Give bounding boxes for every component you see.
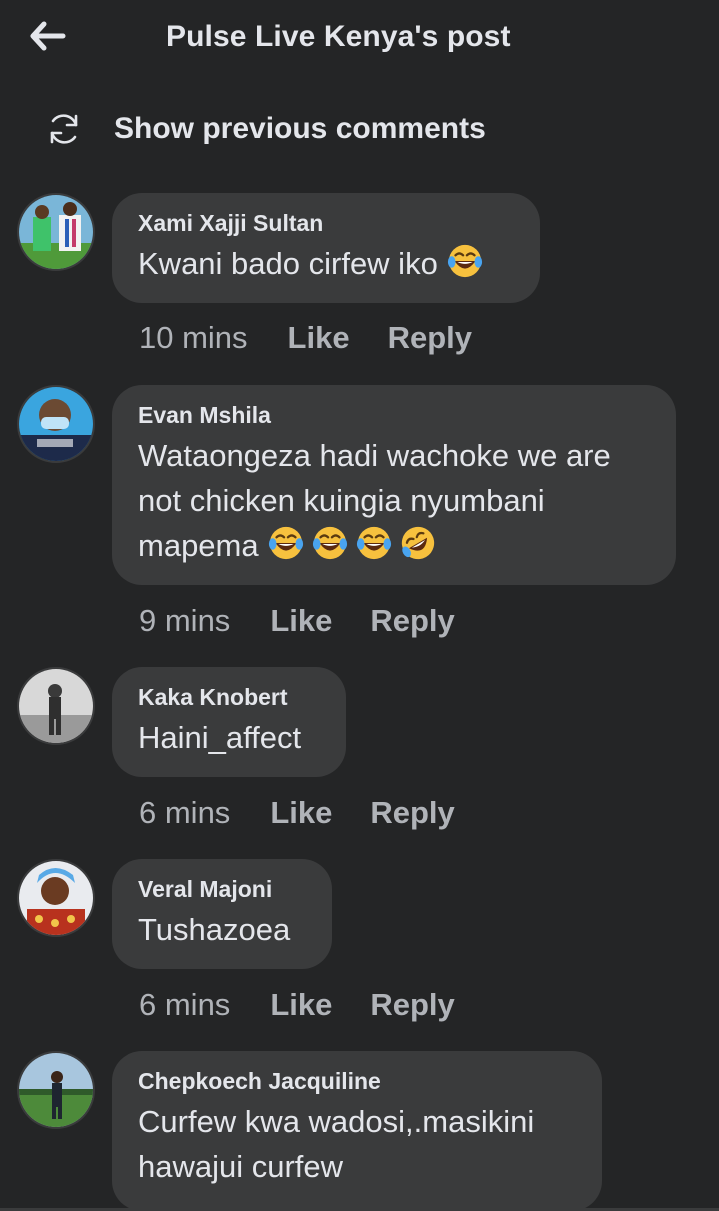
tears-of-joy-emoji-icon <box>313 526 348 560</box>
comment-bubble: Chepkoech Jacquiline Curfew kwa wadosi,.… <box>112 1051 602 1211</box>
comment-bubble: Evan Mshila Wataongeza hadi wachoke we a… <box>112 385 676 585</box>
back-button[interactable] <box>26 16 70 56</box>
comment-text-line: hawajui curfew <box>138 1149 344 1184</box>
comment-text-line: Wataongeza hadi wachoke we are <box>138 438 611 473</box>
avatar[interactable] <box>17 859 95 937</box>
top-bar: Pulse Live Kenya's post <box>0 0 719 80</box>
like-button[interactable]: Like <box>270 987 332 1023</box>
comment-timestamp: 9 mins <box>139 603 231 638</box>
show-previous-comments-label: Show previous comments <box>114 112 486 145</box>
comment-author[interactable]: Chepkoech Jacquiline <box>138 1065 576 1097</box>
tears-of-joy-emoji-icon <box>269 526 304 560</box>
reply-button[interactable]: Reply <box>370 795 454 831</box>
comment-timestamp: 6 mins <box>139 987 231 1022</box>
avatar[interactable] <box>17 1051 95 1129</box>
comment-bubble: Xami Xajji Sultan Kwani bado cirfew iko <box>112 193 540 303</box>
comment-text: Haini_affect <box>138 720 302 755</box>
comment-author[interactable]: Kaka Knobert <box>138 681 320 713</box>
avatar[interactable] <box>17 385 95 463</box>
reply-button[interactable]: Reply <box>370 987 454 1023</box>
comment-actions: 6 mins Like Reply <box>139 793 455 833</box>
rolling-on-floor-laughing-emoji-icon <box>402 526 435 560</box>
comment-author[interactable]: Evan Mshila <box>138 399 650 431</box>
avatar[interactable] <box>17 667 95 745</box>
comment-actions: 9 mins Like Reply <box>139 601 455 641</box>
comment-actions: 6 mins Like Reply <box>139 985 455 1025</box>
comment-text: Kwani bado cirfew iko <box>138 241 514 286</box>
comment-actions: 10 mins Like Reply <box>139 318 472 358</box>
reply-button[interactable]: Reply <box>370 603 454 639</box>
comment-text: Tushazoea <box>138 912 291 947</box>
like-button[interactable]: Like <box>270 603 332 639</box>
like-button[interactable]: Like <box>270 795 332 831</box>
arrow-left-icon <box>30 21 66 51</box>
comment-text-content: Kwani bado cirfew iko <box>138 246 438 281</box>
comment-timestamp: 10 mins <box>139 320 248 355</box>
page-title: Pulse Live Kenya's post <box>166 20 511 53</box>
like-button[interactable]: Like <box>288 320 350 356</box>
comment-author[interactable]: Xami Xajji Sultan <box>138 207 514 239</box>
reply-button[interactable]: Reply <box>388 320 472 356</box>
comment-bubble: Veral Majoni Tushazoea <box>112 859 332 969</box>
comment-timestamp: 6 mins <box>139 795 231 830</box>
comment-text-line: Curfew kwa wadosi,.masikini <box>138 1104 535 1139</box>
refresh-icon <box>44 109 84 149</box>
tears-of-joy-emoji-icon <box>357 526 392 560</box>
show-previous-comments-button[interactable]: Show previous comments <box>44 106 486 152</box>
comment-text-line: mapema <box>138 528 259 563</box>
comment-bubble: Kaka Knobert Haini_affect <box>112 667 346 777</box>
comment-text-line: not chicken kuingia nyumbani <box>138 483 545 518</box>
avatar[interactable] <box>17 193 95 271</box>
comment-author[interactable]: Veral Majoni <box>138 873 306 905</box>
comment-text: Wataongeza hadi wachoke we are not chick… <box>138 433 650 568</box>
tears-of-joy-emoji-icon <box>448 244 483 278</box>
comment-text: Curfew kwa wadosi,.masikini hawajui curf… <box>138 1099 576 1189</box>
